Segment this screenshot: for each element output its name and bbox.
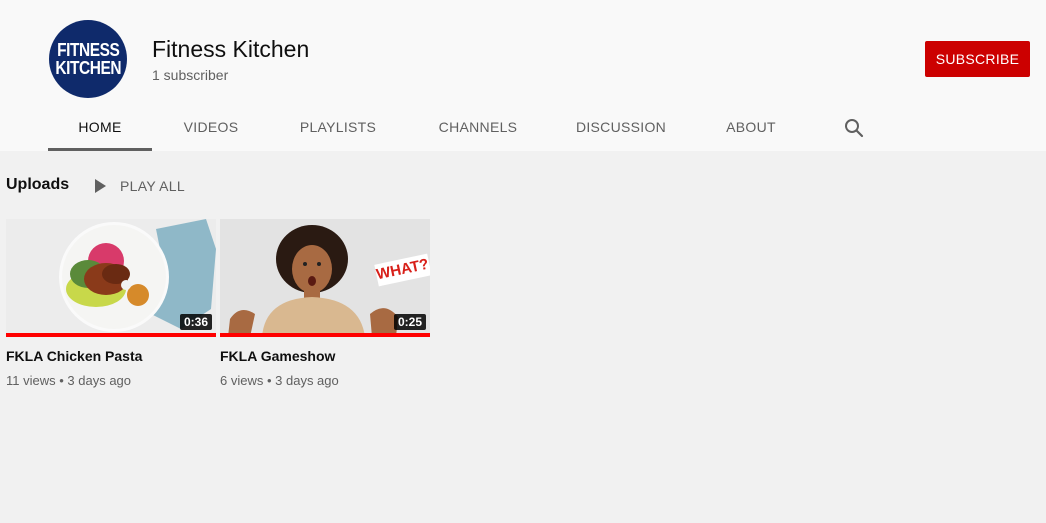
subscribe-button[interactable]: SUBSCRIBE (925, 41, 1030, 77)
play-icon (95, 179, 106, 193)
tab-about[interactable]: ABOUT (712, 105, 790, 151)
channel-header: FITNESS KITCHEN Fitness Kitchen 1 subscr… (0, 0, 1046, 151)
uploads-heading: Uploads (6, 176, 70, 193)
video-card[interactable]: WHAT? 0:25 FKLA Gameshow 6 views • 3 day… (220, 219, 430, 388)
video-meta: 11 views • 3 days ago (6, 373, 132, 388)
video-card[interactable]: 0:36 FKLA Chicken Pasta 11 views • 3 day… (6, 219, 216, 388)
video-thumbnail[interactable]: 0:36 (6, 219, 216, 337)
video-duration: 0:36 (179, 314, 212, 330)
channel-name: Fitness Kitchen (152, 36, 310, 62)
logo-line-2: KITCHEN (55, 58, 121, 78)
video-views: 11 views (6, 373, 56, 388)
watch-progress-bar (220, 333, 430, 337)
video-views: 6 views (220, 373, 264, 388)
video-age: 3 days ago (275, 373, 339, 388)
tab-discussion[interactable]: DISCUSSION (566, 105, 676, 151)
video-age: 3 days ago (67, 373, 132, 388)
logo-line-1: FITNESS (56, 40, 120, 60)
video-title[interactable]: FKLA Chicken Pasta (6, 348, 216, 364)
video-thumbnail[interactable]: WHAT? 0:25 (220, 219, 430, 337)
search-icon[interactable] (843, 117, 865, 139)
tab-videos[interactable]: VIDEOS (168, 105, 254, 151)
play-all-label: PLAY ALL (120, 178, 185, 194)
video-duration: 0:25 (393, 314, 426, 330)
tab-channels[interactable]: CHANNELS (426, 105, 530, 151)
video-title[interactable]: FKLA Gameshow (220, 348, 430, 364)
tab-playlists[interactable]: PLAYLISTS (284, 105, 392, 151)
subscriber-count: 1 subscriber (152, 67, 229, 83)
channel-avatar[interactable]: FITNESS KITCHEN (49, 20, 127, 98)
video-meta: 6 views • 3 days ago (220, 373, 339, 388)
watch-progress-bar (6, 333, 216, 337)
play-all-button[interactable]: PLAY ALL (95, 176, 185, 196)
tab-home[interactable]: HOME (48, 105, 152, 151)
